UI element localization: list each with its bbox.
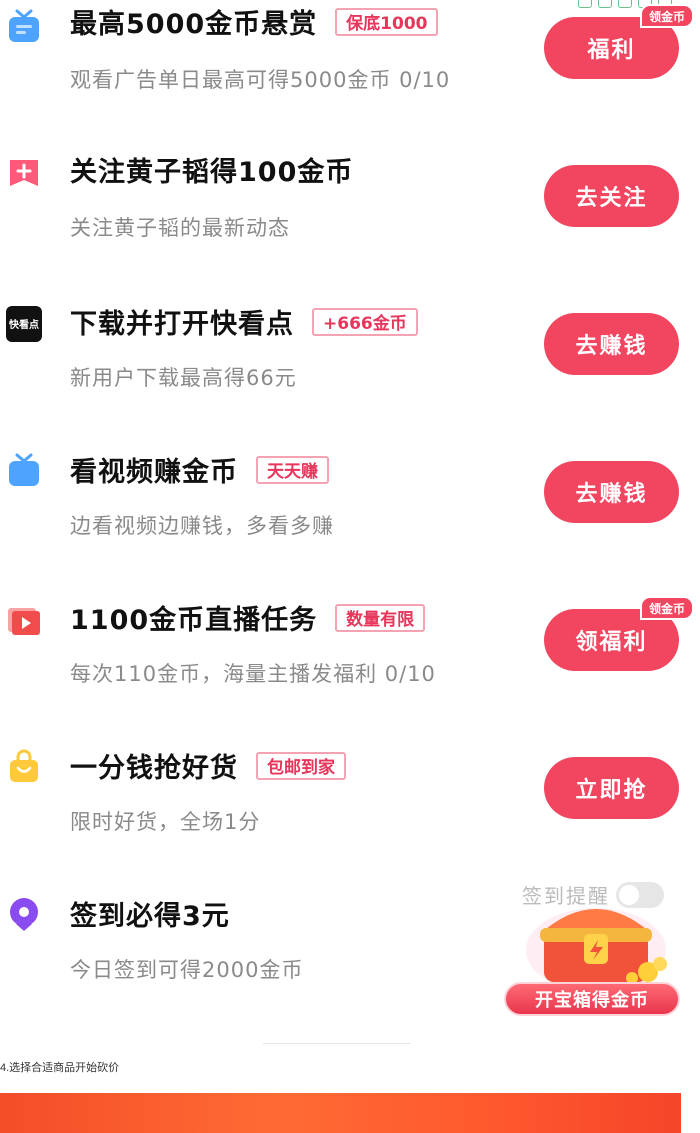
claim-coins-badge: 领金币: [640, 4, 694, 28]
claim-coins-badge: 领金币: [640, 596, 694, 620]
follow-button[interactable]: 去关注: [544, 165, 679, 227]
task-item: 最高5000金币悬赏 保底1000 观看广告单日最高可得5000金币 0/10 …: [0, 0, 694, 148]
welfare-task-page: 最高5000金币悬赏 保底1000 观看广告单日最高可得5000金币 0/10 …: [0, 0, 700, 1133]
task-title-row: 下载并打开快看点 +666金币: [70, 302, 418, 341]
task-title: 1100金币直播任务: [70, 605, 318, 636]
task-title-row: 1100金币直播任务 数量有限: [70, 598, 426, 637]
task-subtitle: 边看视频边赚钱，多看多赚: [70, 514, 334, 538]
shopping-bag-icon: [6, 748, 42, 784]
task-title-row: 看视频赚金币 天天赚: [70, 450, 329, 489]
task-item: 看视频赚金币 天天赚 边看视频边赚钱，多看多赚 去赚钱: [0, 444, 690, 592]
step-instruction: 4.选择合适商品开始砍价: [0, 1062, 120, 1074]
task-title: 签到必得3元: [70, 901, 230, 932]
task-tag: 包邮到家: [256, 751, 346, 780]
earn-money-button[interactable]: 去赚钱: [544, 461, 679, 523]
task-title-row: 关注黄子韬得100金币: [70, 150, 353, 189]
task-title: 看视频赚金币: [70, 457, 238, 488]
task-subtitle: 新用户下载最高得66元: [70, 366, 297, 390]
logo-text: 快看点: [8, 318, 39, 331]
task-tag: 保底1000: [335, 7, 439, 36]
tv-icon: [6, 452, 42, 488]
divider: [263, 1043, 411, 1044]
tv-icon: [6, 8, 42, 44]
grab-now-button[interactable]: 立即抢: [544, 757, 679, 819]
task-title: 关注黄子韬得100金币: [70, 157, 354, 188]
task-tag: 天天赚: [256, 455, 329, 484]
task-title: 最高5000金币悬赏: [70, 9, 318, 40]
task-item: 1100金币直播任务 数量有限 每次110金币，海量主播发福利 0/10 领福利…: [0, 592, 694, 740]
task-subtitle: 关注黄子韬的最新动态: [70, 216, 290, 240]
task-title-row: 一分钱抢好货 包邮到家: [70, 746, 346, 785]
task-subtitle: 观看广告单日最高可得5000金币 0/10: [70, 68, 451, 92]
location-pin-icon: [6, 896, 42, 932]
live-play-icon: [6, 602, 42, 638]
open-treasure-button[interactable]: 开宝箱得金币: [504, 982, 680, 1016]
task-title-row: 签到必得3元: [70, 894, 230, 933]
task-title: 一分钱抢好货: [70, 753, 238, 784]
task-tag: +666金币: [312, 307, 418, 336]
bottom-banner[interactable]: [0, 1093, 681, 1133]
plus-bookmark-icon: [6, 156, 42, 192]
task-title: 下载并打开快看点: [70, 309, 294, 340]
task-title-row: 最高5000金币悬赏 保底1000: [70, 2, 439, 41]
task-item: 一分钱抢好货 包邮到家 限时好货，全场1分 立即抢: [0, 740, 690, 888]
task-subtitle: 限时好货，全场1分: [70, 810, 261, 834]
treasure-chest-widget[interactable]: 开宝箱得金币: [504, 888, 684, 1016]
task-item: 快看点 下载并打开快看点 +666金币 新用户下载最高得66元 去赚钱: [0, 296, 690, 444]
task-item: 关注黄子韬得100金币 关注黄子韬的最新动态 去关注: [0, 148, 690, 296]
earn-money-button[interactable]: 去赚钱: [544, 313, 679, 375]
kuaikandian-logo-icon: 快看点: [6, 306, 42, 342]
task-subtitle: 每次110金币，海量主播发福利 0/10: [70, 662, 436, 686]
task-tag: 数量有限: [335, 603, 426, 632]
task-subtitle: 今日签到可得2000金币: [70, 958, 304, 982]
